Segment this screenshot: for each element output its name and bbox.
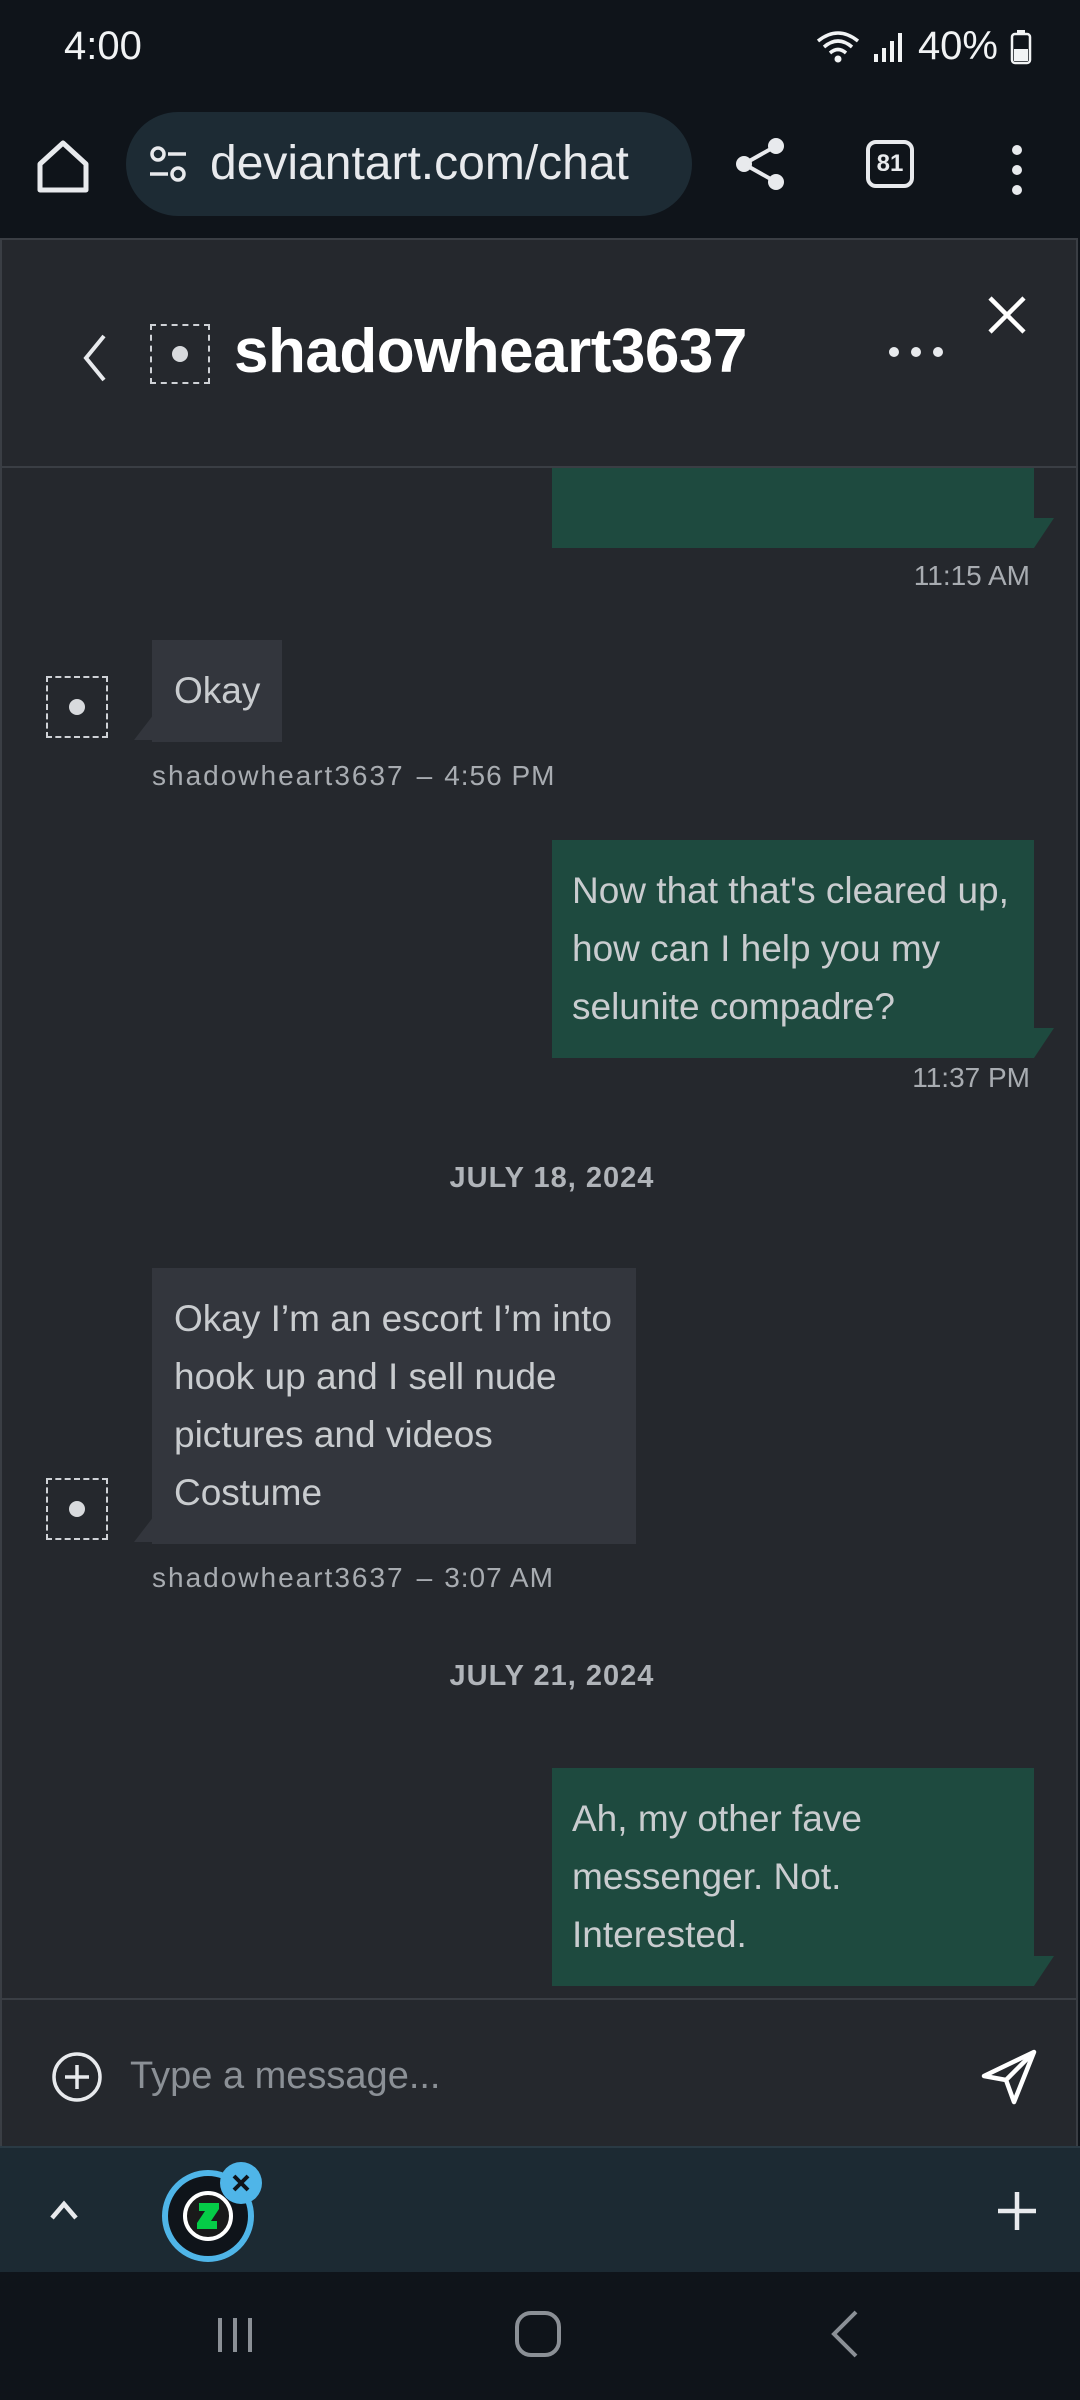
chat-header: shadowheart3637 [2, 240, 1076, 468]
message-composer [2, 1998, 1076, 2146]
bubble-tail [134, 1516, 154, 1542]
message-list[interactable]: 11:15 AM Okay shadowheart3637–4:56 PM No… [2, 468, 1076, 1998]
avatar[interactable] [46, 1478, 108, 1540]
chevron-up-icon[interactable] [44, 2190, 84, 2230]
url-text: deviantart.com/chat [210, 137, 629, 190]
signal-icon [873, 32, 902, 62]
message-time: 4:56 PM [444, 760, 556, 791]
meta-separator: – [416, 1562, 433, 1593]
message-input[interactable] [128, 2040, 932, 2112]
message-text: Okay I’m an escort I’m into hook up and … [174, 1298, 612, 1513]
bubble-tail [1034, 1028, 1054, 1058]
browser-toolbar: deviantart.com/chat 81 [0, 104, 1080, 238]
message-text: Ah, my other fave messenger. Not. Intere… [572, 1798, 862, 1955]
status-bar: 4:00 40% [0, 0, 1080, 104]
deviantart-glyph-icon [197, 2203, 219, 2229]
plus-icon[interactable] [994, 2188, 1040, 2234]
message-meta: shadowheart3637–4:56 PM [152, 760, 555, 792]
date-separator: JULY 18, 2024 [449, 1162, 655, 1194]
address-bar[interactable]: deviantart.com/chat [126, 112, 692, 216]
chat-window: shadowheart3637 11:15 AM Okay shadowhear… [0, 238, 1078, 2146]
recents-icon[interactable] [212, 2312, 258, 2358]
share-icon[interactable] [730, 134, 790, 194]
message-text: Now that that's cleared up, how can I he… [572, 870, 1009, 1027]
system-navigation-bar [0, 2272, 1080, 2400]
add-circle-icon[interactable] [50, 2050, 104, 2104]
avatar[interactable] [150, 324, 210, 384]
message-bubble-received[interactable]: Okay I’m an escort I’m into hook up and … [152, 1268, 636, 1544]
date-separator: JULY 21, 2024 [449, 1660, 655, 1692]
battery-percent: 40% [917, 24, 998, 68]
message-bubble-sent[interactable]: Now that that's cleared up, how can I he… [552, 840, 1034, 1058]
message-time: 3:07 AM [444, 1562, 554, 1593]
deviantart-logo-icon [183, 2191, 233, 2241]
close-icon[interactable] [982, 290, 1032, 340]
message-time: 11:37 PM [912, 1062, 1030, 1093]
more-vert-icon[interactable] [1002, 140, 1032, 200]
nav-back-icon[interactable] [826, 2308, 862, 2360]
bubble-tail [134, 714, 154, 740]
browser-bottom-bar [0, 2146, 1080, 2274]
tab-switcher-button[interactable]: 81 [866, 140, 914, 188]
bubble-tail [1034, 1956, 1054, 1986]
chat-title[interactable]: shadowheart3637 [234, 316, 747, 387]
chevron-left-icon[interactable] [74, 328, 114, 388]
avatar[interactable] [46, 676, 108, 738]
message-text: Okay [174, 670, 261, 711]
page-info-icon[interactable] [146, 142, 190, 186]
message-meta: shadowheart3637–3:07 AM [152, 1562, 554, 1594]
battery-icon [1010, 29, 1032, 64]
message-author[interactable]: shadowheart3637 [152, 1562, 405, 1593]
meta-separator: – [416, 760, 433, 791]
bubble-tail [1034, 518, 1054, 548]
nav-home-icon[interactable] [512, 2308, 564, 2360]
message-bubble-received[interactable]: Okay [152, 640, 283, 742]
message-author[interactable]: shadowheart3637 [152, 760, 405, 791]
send-icon[interactable] [980, 2048, 1038, 2106]
wifi-icon [816, 30, 860, 62]
home-icon[interactable] [30, 134, 96, 200]
message-time: 11:15 AM [913, 560, 1030, 591]
status-time: 4:00 [64, 24, 142, 68]
more-horiz-icon[interactable] [886, 342, 946, 362]
status-icons: 40% [816, 24, 1032, 69]
message-bubble-sent[interactable] [552, 468, 1034, 548]
message-bubble-sent[interactable]: Ah, my other fave messenger. Not. Intere… [552, 1768, 1034, 1986]
close-bubble-icon[interactable] [220, 2162, 262, 2204]
